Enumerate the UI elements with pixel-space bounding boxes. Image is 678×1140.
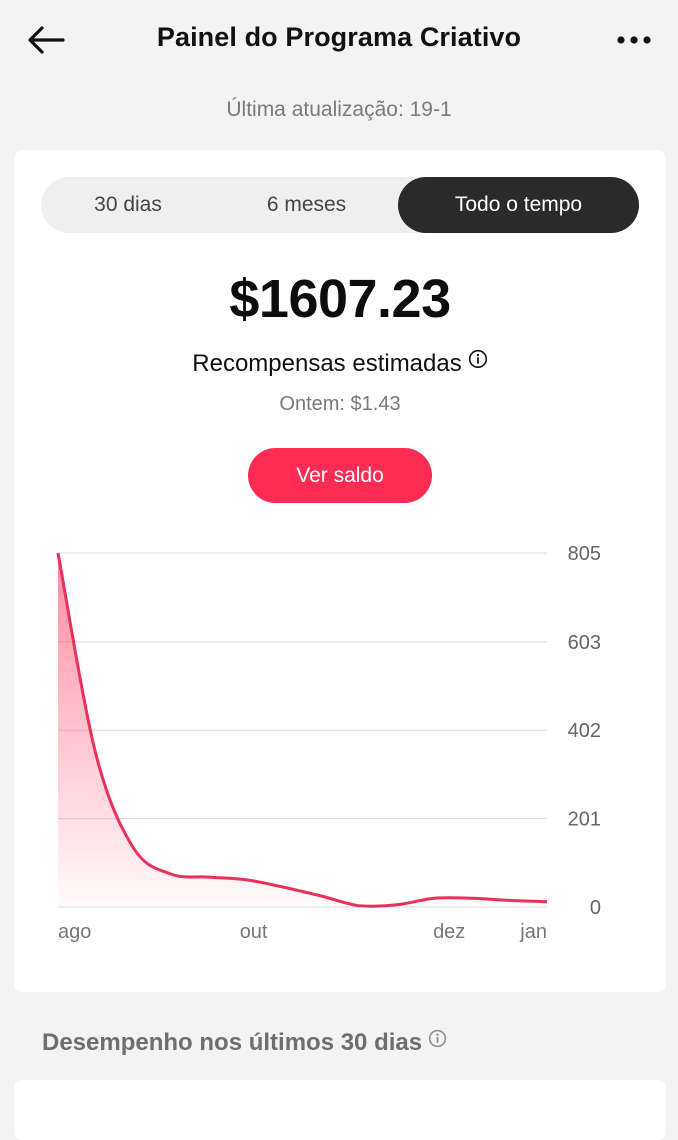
y-tick-label: 201 (568, 809, 601, 831)
earnings-chart: 0 201 402 603 805 ago out dez jan (56, 543, 601, 943)
rewards-card: 30 dias 6 meses Todo o tempo $1607.23 Re… (14, 150, 666, 992)
last-updated-text: Última atualização: 19-1 (226, 98, 452, 121)
info-icon[interactable] (468, 348, 488, 376)
page-title: Painel do Programa Criativo (156, 22, 522, 52)
x-tick-label: ago (58, 921, 91, 943)
section-title-row: Desempenho nos últimos 30 dias (42, 1027, 447, 1057)
tab-6-months[interactable]: 6 meses (215, 177, 398, 233)
tab-30-days[interactable]: 30 dias (41, 177, 215, 233)
period-selector: 30 dias 6 meses Todo o tempo (41, 177, 639, 233)
yesterday-earnings: Ontem: $1.43 (279, 393, 401, 415)
more-options-button[interactable] (610, 18, 658, 62)
header: Painel do Programa Criativo (0, 0, 678, 80)
rewards-label-row: Recompensas estimadas (14, 348, 666, 378)
info-icon[interactable] (428, 1027, 447, 1055)
y-tick-label: 0 (590, 897, 601, 919)
more-horizontal-icon (617, 36, 651, 44)
section-title: Desempenho nos últimos 30 dias (42, 1029, 423, 1056)
rewards-amount: $1607.23 (229, 269, 451, 329)
rewards-label: Recompensas estimadas (192, 350, 462, 377)
tab-all-time[interactable]: Todo o tempo (398, 177, 639, 233)
x-tick-label: jan (519, 921, 547, 943)
view-balance-button[interactable]: Ver saldo (248, 448, 432, 503)
y-tick-label: 603 (568, 632, 601, 654)
y-tick-label: 402 (568, 720, 601, 742)
performance-card (14, 1080, 666, 1140)
y-tick-label: 805 (568, 543, 601, 565)
x-tick-label: out (240, 921, 268, 943)
x-tick-label: dez (433, 921, 465, 943)
